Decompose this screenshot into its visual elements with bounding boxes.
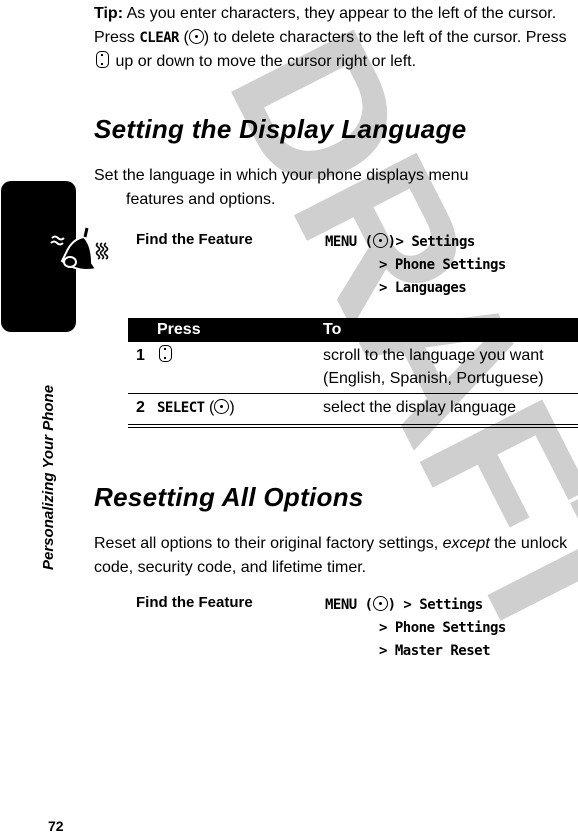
feature-path: MENU ()> Settings > Phone Settings > Lan… — [325, 233, 507, 296]
menu-key-label: MENU — [325, 597, 357, 613]
table-row: 1 scroll to the language you want (Engli… — [128, 342, 578, 394]
clear-key-label: CLEAR — [139, 30, 179, 46]
header-to: To — [323, 318, 578, 342]
find-feature-label: Find the Feature — [136, 231, 253, 248]
path-item: Settings — [411, 234, 475, 250]
center-key-icon — [188, 29, 204, 44]
select-key-label: SELECT — [157, 400, 205, 416]
step-press: SELECT () — [157, 393, 323, 428]
step-number: 1 — [128, 342, 157, 394]
resetting-intro: Reset all options to their original fact… — [94, 532, 576, 580]
header-num — [128, 318, 157, 342]
step-press — [157, 342, 323, 394]
path-item: Languages — [394, 280, 467, 296]
center-key-icon — [372, 233, 388, 248]
heading-resetting: Resetting All Options — [94, 482, 364, 512]
feature-path: MENU () > Settings > Phone Settings > Ma… — [325, 596, 507, 659]
page-number: 72 — [48, 818, 64, 834]
path-item: Phone Settings — [394, 620, 507, 636]
center-key-icon — [372, 596, 388, 611]
intro-line-2: features and options. — [126, 191, 276, 208]
tip-text-3: up or down to move the cursor right or l… — [111, 53, 417, 70]
header-press: Press — [157, 318, 323, 342]
intro-line-1: Set the language in which your phone dis… — [94, 167, 469, 184]
table-row: 2 SELECT () select the display language — [128, 393, 578, 428]
step-action: select the display language — [323, 393, 578, 428]
nav-key-icon — [96, 51, 109, 68]
tip-label: Tip: — [94, 5, 124, 22]
table-header-row: Press To — [128, 318, 578, 342]
step-action: scroll to the language you want (English… — [323, 342, 578, 394]
path-item: Master Reset — [394, 643, 491, 659]
nav-key-icon — [159, 345, 172, 362]
display-language-intro: Set the language in which your phone dis… — [94, 164, 576, 212]
heading-display-language: Setting the Display Language — [94, 114, 467, 144]
section-title-vertical: Personalizing Your Phone — [40, 384, 57, 570]
path-item: Settings — [419, 597, 483, 613]
reset-text-1: Reset all options to their original fact… — [94, 535, 443, 552]
ringer-bell-icon — [50, 227, 109, 271]
path-item: Phone Settings — [394, 257, 507, 273]
find-feature-label: Find the Feature — [136, 594, 253, 611]
step-number: 2 — [128, 393, 157, 428]
tip-text-2: to delete characters to the left of the … — [209, 29, 567, 46]
tip-paragraph: Tip: As you enter characters, they appea… — [94, 5, 567, 70]
center-key-icon — [214, 399, 230, 414]
press-table: Press To 1 scroll to the language you wa… — [128, 318, 578, 428]
menu-key-label: MENU — [325, 234, 357, 250]
reset-emphasis: except — [442, 535, 490, 552]
